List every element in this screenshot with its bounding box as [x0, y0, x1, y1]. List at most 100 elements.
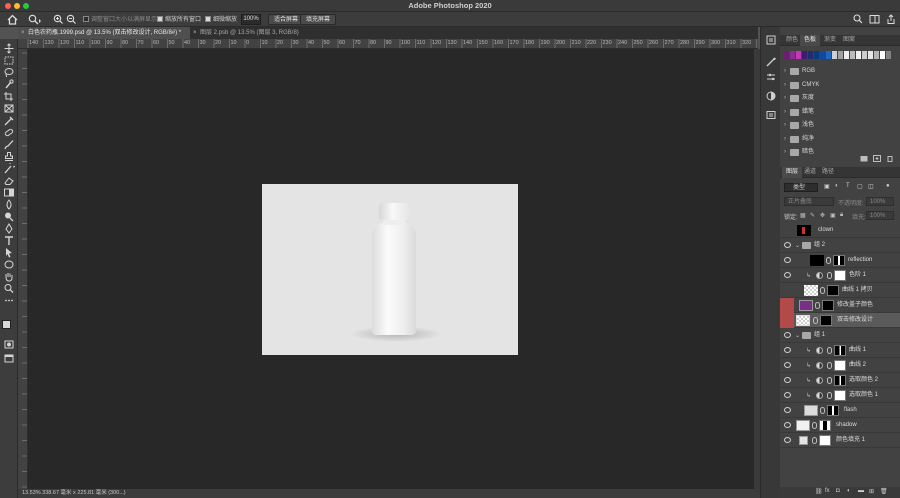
blur-tool-icon[interactable]	[3, 199, 15, 210]
resize-windows-checkbox[interactable]: 调整窗口大小以满屏显示	[83, 15, 157, 25]
swatch-group[interactable]: › 蜡笔	[780, 106, 900, 119]
layer-row[interactable]: flash	[780, 403, 900, 418]
scrubby-zoom-checkbox[interactable]: 细微缩放	[205, 15, 237, 25]
chevron-right-icon[interactable]: ›	[784, 133, 786, 146]
visibility-eye-icon[interactable]	[784, 437, 791, 443]
layer-row[interactable]: reflection	[780, 253, 900, 268]
color-swatch[interactable]	[802, 51, 807, 59]
color-swatch[interactable]	[820, 51, 825, 59]
ellipse-tool-icon[interactable]	[3, 259, 15, 270]
add-mask-icon[interactable]: ◘	[836, 488, 840, 494]
visibility-eye-icon[interactable]	[784, 407, 791, 413]
fill-field[interactable]: 100%	[866, 211, 894, 220]
pen-tool-icon[interactable]	[3, 223, 15, 234]
tab-paths[interactable]: 路径	[818, 167, 838, 178]
new-layer-icon[interactable]: ⊞	[869, 488, 874, 495]
zoom-tool-icon[interactable]	[3, 283, 15, 294]
color-swatch[interactable]	[814, 51, 819, 59]
layer-row[interactable]: shadow	[780, 418, 900, 433]
visibility-eye-icon[interactable]	[784, 422, 791, 428]
close-tab-icon[interactable]: ×	[21, 27, 25, 39]
color-swatch[interactable]	[838, 51, 843, 59]
chevron-right-icon[interactable]: ›	[784, 92, 786, 105]
chevron-right-icon[interactable]: ›	[784, 146, 786, 159]
history-panel-icon[interactable]	[765, 35, 777, 45]
visibility-eye-icon[interactable]	[784, 392, 791, 398]
foreground-color-swatch[interactable]	[2, 320, 11, 329]
search-icon[interactable]	[853, 14, 863, 25]
tab-patterns[interactable]: 图案	[839, 35, 859, 46]
layer-row[interactable]: ↳ 选取颜色 2	[780, 373, 900, 388]
screen-mode-icon[interactable]	[3, 353, 15, 364]
layer-row[interactable]: 修改盖子颜色	[780, 298, 900, 313]
chevron-right-icon[interactable]: ›	[784, 65, 786, 78]
layer-style-icon[interactable]: fx	[825, 488, 830, 494]
brush-settings-icon[interactable]	[765, 57, 777, 67]
lock-transparency-icon[interactable]: ▦	[800, 212, 806, 219]
color-swatch[interactable]	[826, 51, 831, 59]
opacity-field[interactable]: 100%	[866, 197, 894, 206]
swatch-group[interactable]: › CMYK	[780, 79, 900, 92]
color-swatch[interactable]	[850, 51, 855, 59]
color-swatch[interactable]	[844, 51, 849, 59]
home-icon[interactable]	[7, 14, 18, 25]
layer-row[interactable]: ↳ 选取颜色 1	[780, 388, 900, 403]
new-adjustment-icon[interactable]: ◐	[847, 488, 851, 494]
close-tab-icon[interactable]: ×	[193, 27, 197, 39]
zoom-level-field[interactable]: 100%	[241, 14, 261, 25]
layer-row[interactable]: clown	[780, 223, 900, 238]
share-icon[interactable]	[886, 14, 896, 25]
history-brush-tool-icon[interactable]	[3, 163, 15, 174]
zoom-out-icon[interactable]	[66, 14, 76, 25]
eyedropper-tool-icon[interactable]	[3, 115, 15, 126]
filter-adjustment-icon[interactable]: ◐	[835, 183, 839, 189]
new-group-icon[interactable]: ▬	[858, 488, 864, 494]
path-selection-tool-icon[interactable]	[3, 247, 15, 258]
layer-row[interactable]: ↳ 色阶 1	[780, 268, 900, 283]
tab-layers[interactable]: 图层	[782, 167, 803, 178]
tab-document-2[interactable]: × 图层 2.psb @ 13.5% (图层 3, RGB/8)	[190, 27, 318, 39]
eraser-tool-icon[interactable]	[3, 175, 15, 186]
properties-panel-icon[interactable]	[765, 72, 777, 82]
workspace-icon[interactable]	[869, 14, 880, 25]
visibility-eye-icon[interactable]	[784, 242, 791, 248]
color-swatch[interactable]	[856, 51, 861, 59]
filter-kind-select[interactable]: 类型	[784, 183, 818, 192]
tab-active-document[interactable]: × 白色农药瓶.1999.psd @ 13.5% (双击修改设计, RGB/8#…	[18, 27, 190, 39]
fit-screen-button[interactable]: 适合屏幕	[268, 14, 305, 25]
chevron-right-icon[interactable]: ›	[784, 79, 786, 92]
dodge-tool-icon[interactable]	[3, 211, 15, 222]
visibility-eye-icon[interactable]	[784, 362, 791, 368]
visibility-eye-icon[interactable]	[784, 272, 791, 278]
tab-channels[interactable]: 通道	[800, 167, 820, 178]
tab-color[interactable]: 颜色	[782, 35, 802, 46]
chevron-down-icon[interactable]: ⌄	[795, 332, 800, 339]
trash-icon[interactable]	[886, 155, 894, 162]
lock-all-icon[interactable]: 🔒︎	[840, 212, 843, 219]
hand-tool-icon[interactable]	[3, 271, 15, 282]
frame-tool-icon[interactable]	[3, 103, 15, 114]
visibility-eye-icon[interactable]	[784, 257, 791, 263]
filter-pixel-icon[interactable]: ▣	[824, 183, 830, 190]
zoom-in-icon[interactable]	[53, 14, 63, 25]
chevron-right-icon[interactable]: ›	[784, 106, 786, 119]
lock-pixels-icon[interactable]: ✎	[810, 212, 815, 219]
color-swatch[interactable]	[784, 51, 789, 59]
layer-group-row[interactable]: ⌄ 组 1	[780, 328, 900, 343]
new-group-icon[interactable]	[860, 155, 868, 162]
tab-gradients[interactable]: 渐变	[820, 35, 840, 46]
color-swatch[interactable]	[886, 51, 891, 59]
layer-row[interactable]: ↳ 曲线 1	[780, 343, 900, 358]
link-layers-icon[interactable]: ⛓︎	[815, 488, 823, 495]
clone-stamp-tool-icon[interactable]	[3, 151, 15, 162]
layer-row[interactable]: ↳ 曲线 2	[780, 358, 900, 373]
color-swatch[interactable]	[880, 51, 885, 59]
color-swatch[interactable]	[868, 51, 873, 59]
swatch-group[interactable]: › 灰度	[780, 92, 900, 105]
color-swatch[interactable]	[862, 51, 867, 59]
chevron-down-icon[interactable]: ⌄	[795, 242, 800, 249]
swatch-group[interactable]: › 浅色	[780, 119, 900, 132]
visibility-eye-icon[interactable]	[784, 347, 791, 353]
color-swatch[interactable]	[832, 51, 837, 59]
swatch-group[interactable]: › 暗色	[780, 146, 900, 159]
